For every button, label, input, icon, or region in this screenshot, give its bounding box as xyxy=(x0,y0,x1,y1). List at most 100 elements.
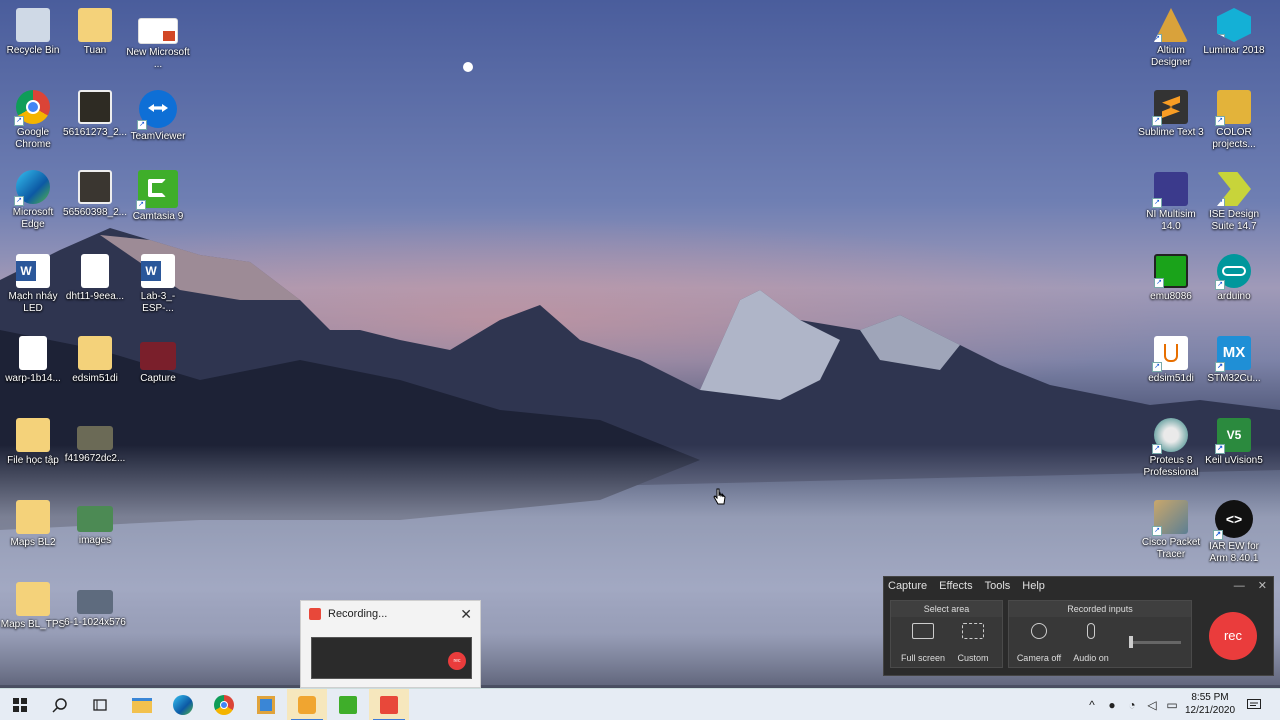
packet-tracer-icon: ↗ xyxy=(1152,500,1188,536)
taskbar-camtasia[interactable] xyxy=(328,689,368,720)
desktop-icon-capture[interactable]: Capture xyxy=(125,336,191,385)
task-view-button[interactable] xyxy=(80,689,120,720)
recorder-thumbnail[interactable]: rec xyxy=(311,637,472,679)
blank-file-icon xyxy=(81,254,109,288)
desktop-icon-emu8086[interactable]: ↗ emu8086 xyxy=(1138,254,1204,303)
desktop-icon-56560398[interactable]: 56560398_2... xyxy=(62,170,128,219)
icon-label: Keil uVision5 xyxy=(1205,455,1263,466)
desktop-icon-proteus[interactable]: ↗ Proteus 8 Professional xyxy=(1138,418,1204,479)
desktop-icon-keil[interactable]: V5 ↗ Keil uVision5 xyxy=(1201,418,1267,467)
network-icon[interactable]: ◔ xyxy=(1122,698,1142,712)
close-button[interactable]: ✕ xyxy=(1258,580,1267,592)
icon-label: TeamViewer xyxy=(130,131,186,142)
desktop-icon-f419672dc2[interactable]: f419672dc2... xyxy=(62,418,128,465)
icon-label: 56161273_2... xyxy=(63,127,127,138)
folder-icon xyxy=(78,336,112,370)
menu-effects[interactable]: Effects xyxy=(939,580,972,592)
desktop-icon-stm32cube[interactable]: MX ↗ STM32Cu... xyxy=(1201,336,1267,385)
select-area-header: Select area xyxy=(891,601,1002,617)
emu8086-icon: ↗ xyxy=(1154,254,1188,288)
taskbar-file-explorer[interactable] xyxy=(122,689,162,720)
desktop-icon-maps-bl-tps[interactable]: Maps BL_TPS xyxy=(0,582,66,631)
icon-label: Cisco Packet Tracer xyxy=(1141,537,1201,560)
desktop-icon-sublime[interactable]: ↗ Sublime Text 3 xyxy=(1138,90,1204,139)
menu-tools[interactable]: Tools xyxy=(985,580,1011,592)
chevron-up-icon[interactable]: ^ xyxy=(1082,698,1102,712)
camtasia-recorder[interactable]: Capture Effects Tools Help — ✕ Select ar… xyxy=(883,576,1274,676)
audio-toggle[interactable]: Audio on xyxy=(1067,623,1115,663)
chrome-icon xyxy=(214,695,234,715)
desktop-icon-camtasia[interactable]: ↗ Camtasia 9 xyxy=(125,170,191,223)
taskbar-app-window[interactable] xyxy=(246,689,286,720)
desktop-icon-arduino[interactable]: ↗ arduino xyxy=(1201,254,1267,303)
icon-label: STM32Cu... xyxy=(1207,373,1261,384)
recording-popup-title: Recording... xyxy=(328,608,388,620)
folder-icon xyxy=(16,582,50,616)
edge-icon xyxy=(173,695,193,715)
monitor-icon xyxy=(912,623,934,639)
close-icon[interactable]: ✕ xyxy=(460,606,472,623)
camera-toggle[interactable]: Camera off xyxy=(1015,623,1063,663)
desktop-icon-edsim51di-folder[interactable]: edsim51di xyxy=(62,336,128,385)
full-screen-option[interactable]: Full screen xyxy=(899,623,947,663)
task-view-icon xyxy=(93,699,107,711)
desktop-icon-edsim51di[interactable]: ↗ edsim51di xyxy=(1138,336,1204,385)
taskbar-chrome[interactable] xyxy=(204,689,244,720)
volume-icon[interactable]: ◁ xyxy=(1142,698,1162,712)
system-tray: ^ ● ◔ ◁ ▭ xyxy=(1082,689,1182,720)
menu-help[interactable]: Help xyxy=(1022,580,1045,592)
desktop-icon-warp[interactable]: warp-1b14... xyxy=(0,336,66,385)
desktop-icon-56161273[interactable]: 56161273_2... xyxy=(62,90,128,139)
desktop-icon-6-1-1024x576[interactable]: 6-1-1024x576 xyxy=(62,582,128,629)
battery-icon[interactable]: ▭ xyxy=(1162,698,1182,712)
icon-label: Camtasia 9 xyxy=(132,211,184,222)
desktop-icon-ni-multisim[interactable]: ↗ NI Multisim 14.0 xyxy=(1138,172,1204,233)
microphone-icon[interactable]: ● xyxy=(1102,698,1122,712)
custom-option[interactable]: Custom xyxy=(949,623,997,663)
search-button[interactable] xyxy=(40,689,80,720)
audio-volume-slider[interactable] xyxy=(1129,636,1181,648)
menu-capture[interactable]: Capture xyxy=(888,580,927,592)
icon-label: Maps BL2 xyxy=(10,537,56,548)
desktop-icon-images[interactable]: images xyxy=(62,500,128,547)
recording-popup[interactable]: Recording... ✕ rec xyxy=(300,600,481,688)
desktop-icon-maps-bl2[interactable]: Maps BL2 xyxy=(0,500,66,549)
desktop-icon-teamviewer[interactable]: ↗ TeamViewer xyxy=(125,90,191,143)
stm32cube-icon: MX ↗ xyxy=(1215,336,1251,372)
desktop-icon-lab3-esp[interactable]: W Lab-3_-ESP-... xyxy=(125,254,191,315)
desktop-icon-dht11[interactable]: dht11-9eea... xyxy=(62,254,128,303)
desktop-icon-google-chrome[interactable]: ↗ Google Chrome xyxy=(0,90,66,151)
minimize-button[interactable]: — xyxy=(1234,580,1245,592)
taskbar-edge[interactable] xyxy=(163,689,203,720)
taskbar-clock[interactable]: 8:55 PM 12/21/2020 xyxy=(1180,691,1240,717)
desktop-icon-iar-ew[interactable]: <> ↗ IAR EW for Arm 8.40.1 xyxy=(1201,500,1267,565)
desktop-icon-new-microsoft[interactable]: New Microsoft ... xyxy=(125,18,191,71)
desktop-icon-microsoft-edge[interactable]: ↗ Microsoft Edge xyxy=(0,170,66,231)
image-file-icon xyxy=(77,590,113,614)
icon-label: 6-1-1024x576 xyxy=(64,617,126,628)
notification-button[interactable] xyxy=(1244,689,1264,720)
taskbar-camtasia-recorder[interactable] xyxy=(287,689,327,720)
rec-button[interactable]: rec xyxy=(1209,612,1257,660)
image-file-icon xyxy=(78,170,112,204)
icon-label: NI Multisim 14.0 xyxy=(1146,209,1196,232)
desktop-icon-file-hoc-tap[interactable]: File học tập xyxy=(0,418,66,467)
desktop-icon-tuan[interactable]: Tuan xyxy=(62,8,128,57)
desktop-icon-cisco-packet-tracer[interactable]: ↗ Cisco Packet Tracer xyxy=(1138,500,1204,561)
desktop-icon-luminar[interactable]: ↗ Luminar 2018 xyxy=(1201,8,1267,57)
thumbnail-rec-icon: rec xyxy=(448,652,466,670)
blank-file-icon xyxy=(19,336,47,370)
start-button[interactable] xyxy=(0,689,40,720)
icon-label: Lab-3_-ESP-... xyxy=(140,291,176,314)
desktop-icon-recycle-bin[interactable]: Recycle Bin xyxy=(0,8,66,57)
desktop-icon-ise-design[interactable]: ↗ ISE Design Suite 14.7 xyxy=(1201,172,1267,233)
notification-icon xyxy=(1247,699,1261,709)
taskbar-camtasia-recording[interactable] xyxy=(369,689,409,720)
audio-label: Audio on xyxy=(1073,653,1109,663)
desktop-icon-color-projects[interactable]: ↗ COLOR projects... xyxy=(1201,90,1267,151)
icon-label: File học tập xyxy=(7,455,59,466)
image-file-icon xyxy=(77,506,113,532)
desktop-icon-mach-nhay-led[interactable]: W Mạch nháy LED xyxy=(0,254,66,315)
desktop-icon-altium[interactable]: ↗ Altium Designer xyxy=(1138,8,1204,69)
camera-label: Camera off xyxy=(1016,653,1062,663)
